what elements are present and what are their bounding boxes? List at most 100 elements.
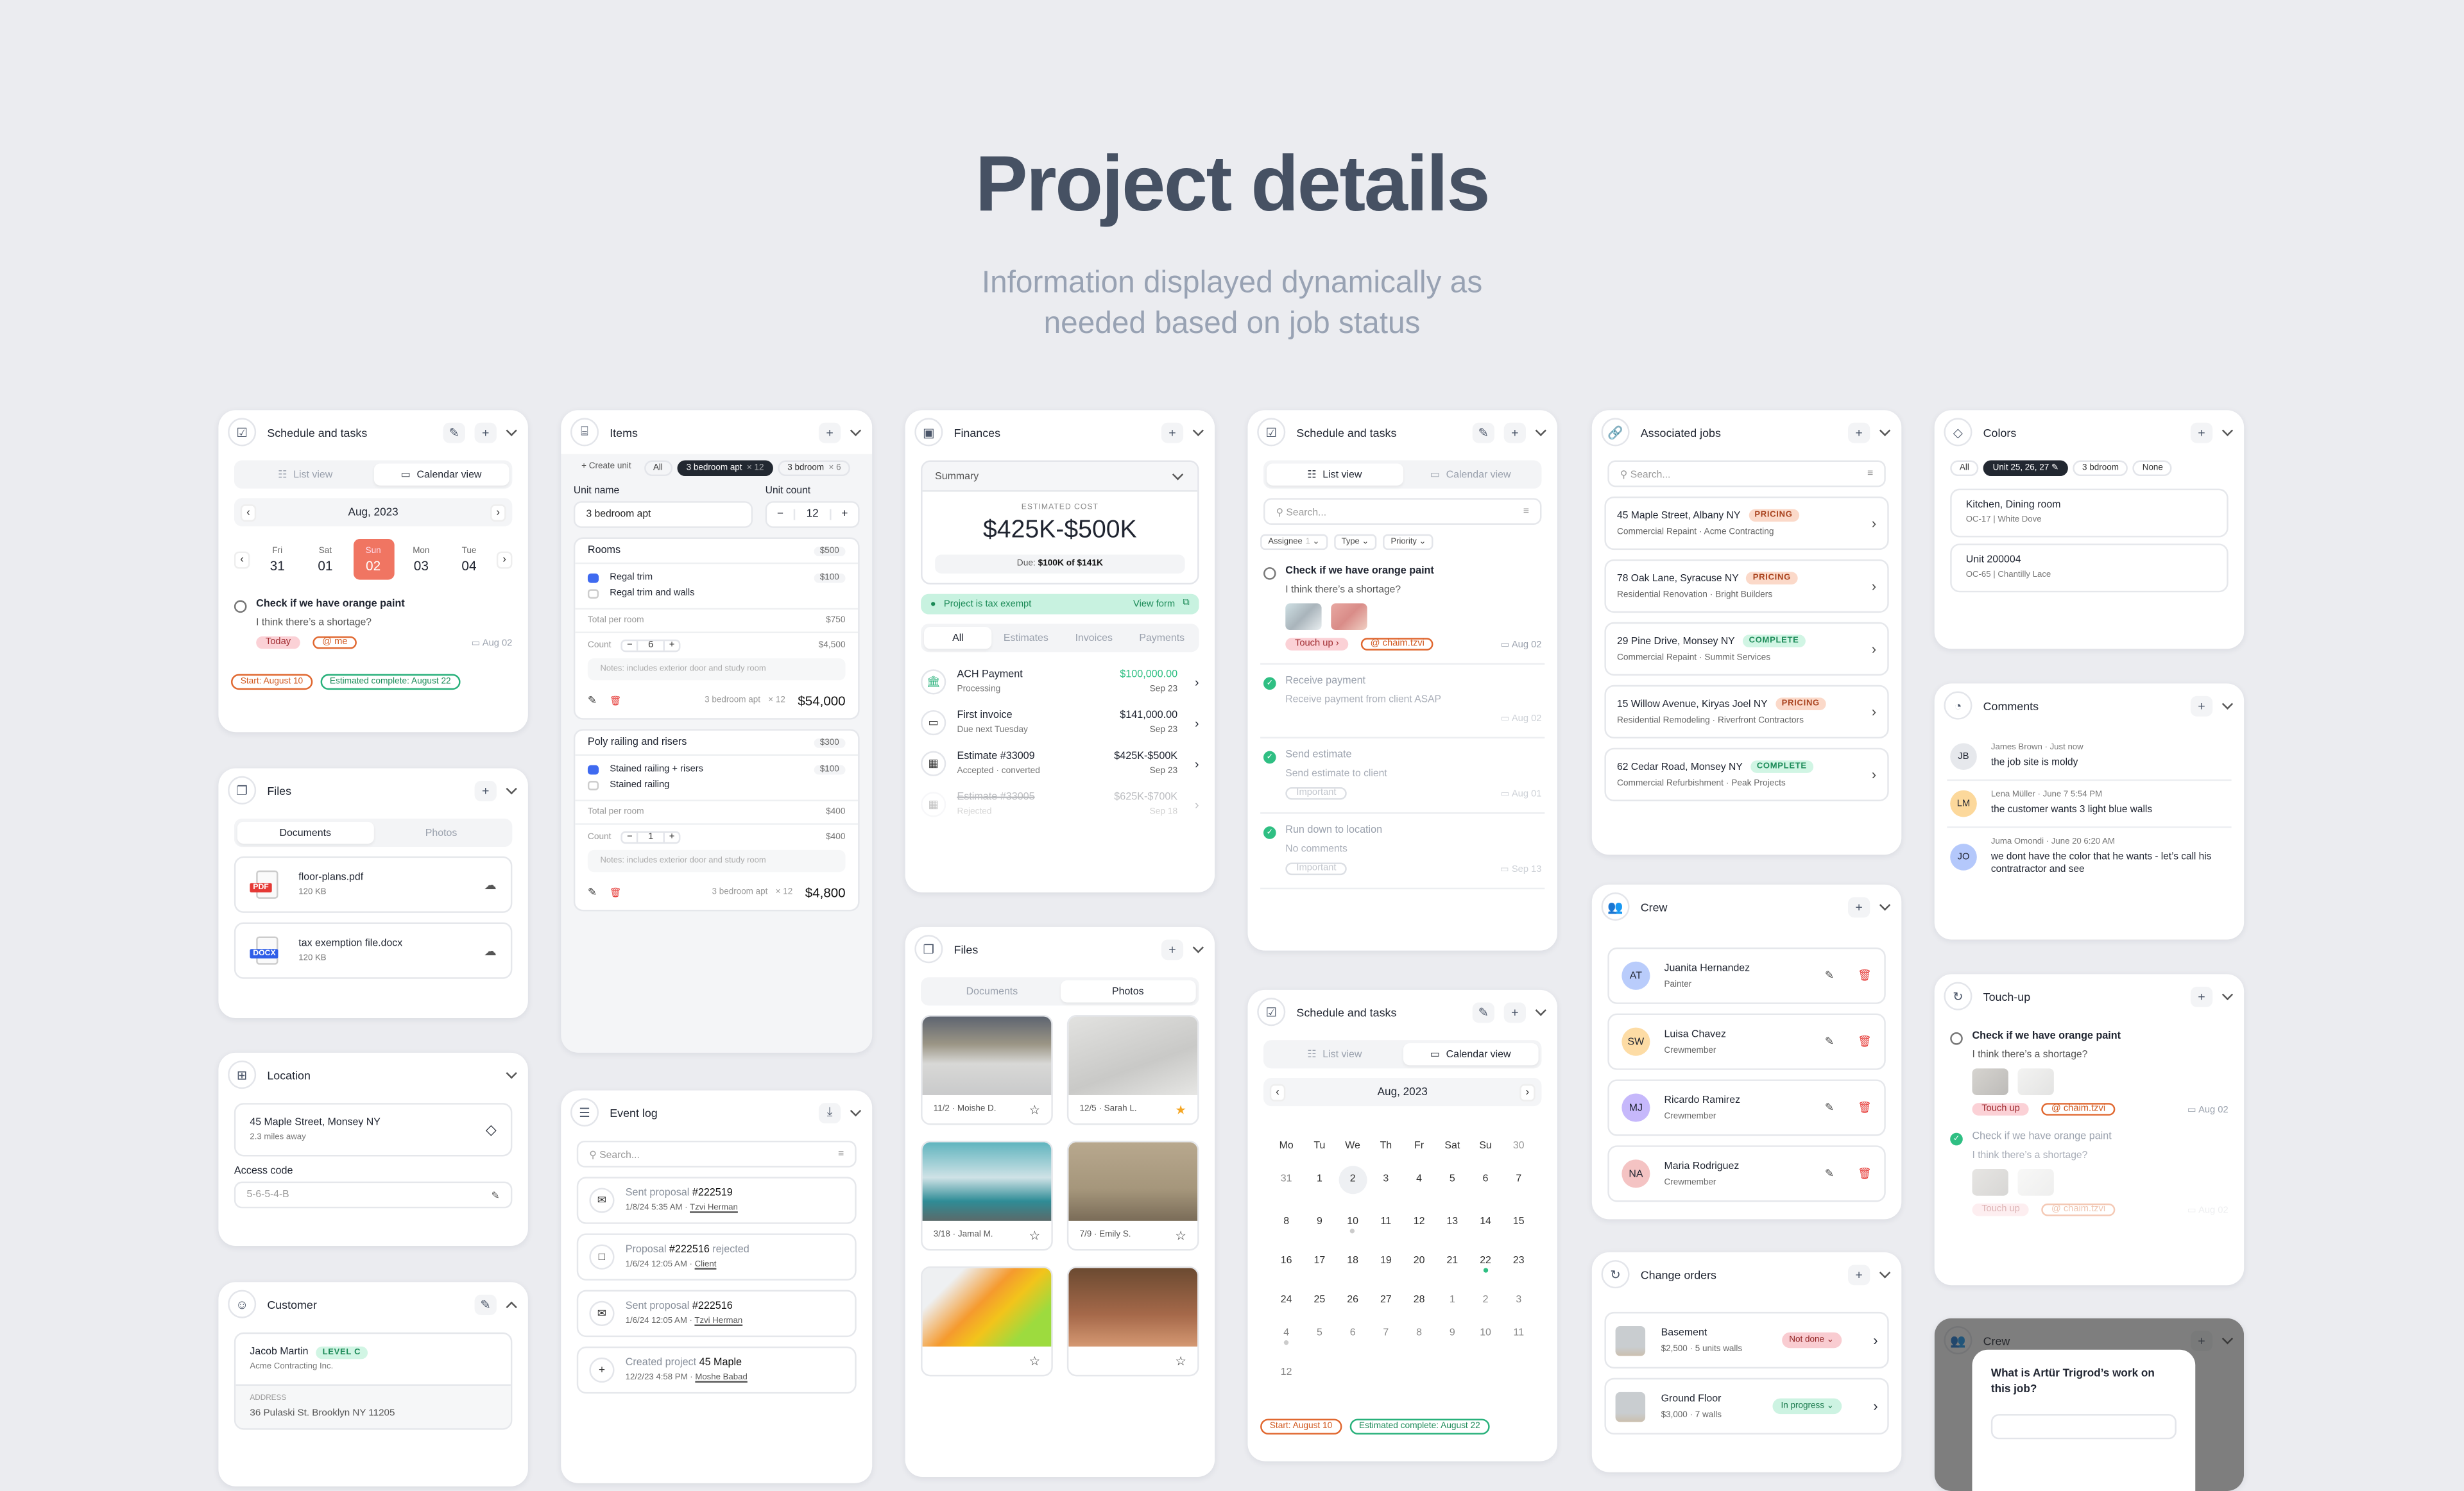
event-user-link[interactable]: Client [695,1260,717,1270]
star-icon[interactable]: ☆ [1175,1354,1186,1368]
decrement-button[interactable]: − [622,832,639,842]
photo-card[interactable]: 3/18 · Jamal M. ☆ [921,1140,1053,1251]
pencil-icon[interactable]: ✎ [1825,1102,1834,1114]
task-image-thumbnail[interactable] [1972,1068,2008,1095]
task-item[interactable]: Check if we have orange paint I think the… [1947,1025,2231,1125]
next-month-button[interactable]: › [490,503,506,521]
add-button[interactable]: + [1848,1264,1870,1285]
tab-photos[interactable]: Photos [373,822,509,844]
calendar-day[interactable]: 12 [1270,1367,1303,1378]
chevron-down-icon[interactable] [1876,1265,1892,1283]
option-row[interactable]: Stained railing [587,778,846,793]
change-order-item[interactable]: Ground Floor $3,000 · 7 walls In progress … [1604,1377,1889,1435]
calendar-day[interactable]: 28 [1403,1295,1436,1306]
trash-icon[interactable]: 🗑 [1858,1035,1872,1048]
task-item[interactable]: ✓ Receive payment Receive payment from cli… [1260,669,1545,739]
pencil-icon[interactable]: ✎ [1825,1168,1834,1180]
file-item[interactable]: PDF floor-plans.pdf 120 KB ☁ [234,856,513,913]
chevron-down-icon[interactable] [503,1065,518,1084]
filter-assignee[interactable]: Assignee 1 ⌄ [1260,534,1328,550]
event-item[interactable]: ✉ Sent proposal #222516 1/6/24 12:05 AM · … [576,1290,857,1338]
option-checkbox[interactable] [587,765,599,775]
chevron-down-icon[interactable] [2219,696,2234,715]
star-icon[interactable]: ☆ [1029,1228,1041,1242]
tab-list-view[interactable]: ☷ List view [237,463,373,485]
tab-documents[interactable]: Documents [237,821,373,844]
finance-row[interactable]: ▦ Estimate #33009 Accepted · converted $425… [918,743,1202,784]
tag-badge[interactable]: Today [256,636,300,649]
file-item[interactable]: DOCX tax exemption file.docx 120 KB ☁ [234,922,513,979]
decrement-button[interactable]: − [767,509,794,520]
chevron-down-icon[interactable] [1876,897,1892,916]
chevron-down-icon[interactable] [847,423,862,441]
calendar-day[interactable]: 3 [1502,1295,1536,1306]
job-item[interactable]: 15 Willow Avenue, Kiryas Joel NY PRICING R… [1604,685,1889,739]
color-item[interactable]: Kitchen, Dining room OC-17 | White Dove [1950,488,2229,538]
add-button[interactable]: + [1503,422,1526,443]
filter-icon[interactable]: ≡ [1523,506,1529,517]
option-checkbox[interactable] [587,589,599,599]
calendar-day[interactable]: 15 [1502,1216,1536,1234]
view-form-link[interactable]: View form [1133,599,1175,609]
task-image-thumbnail[interactable] [1285,603,1322,631]
calendar-day[interactable]: 12 [1403,1216,1436,1234]
unit-chip[interactable]: Unit 25, 26, 27 ✎ [1983,460,2068,477]
photo-card[interactable]: 11/2 · Moishe D. ☆ [921,1015,1053,1125]
event-user-link[interactable]: Tzvi Herman [694,1316,742,1326]
calendar-day[interactable]: 9 [1303,1216,1337,1234]
add-button[interactable]: + [2190,695,2213,716]
summary-dropdown[interactable]: Summary [922,462,1198,492]
crew-member[interactable]: AT Juanita Hernandez Painter ✎ 🗑 [1607,947,1886,1004]
task-checkbox[interactable] [234,600,247,613]
cloud-download-icon[interactable]: ☁ [484,944,497,958]
tab-estimates[interactable]: Estimates [992,627,1060,649]
unit-chip[interactable]: 3 bdroom [2073,460,2128,477]
calendar-day[interactable]: 18 [1336,1256,1369,1273]
pencil-icon[interactable]: ✎ [588,886,597,899]
task-item[interactable]: ✓ Check if we have orange paint I think th… [1947,1125,2231,1225]
check-circle-icon[interactable]: ✓ [1950,1132,1963,1146]
add-button[interactable]: + [1161,939,1184,960]
pencil-icon[interactable]: ✎ [1825,1035,1834,1048]
chevron-down-icon[interactable] [1190,940,1205,958]
prev-month-button[interactable]: ‹ [1269,1083,1286,1101]
chevron-down-icon[interactable] [1190,423,1205,441]
finance-row[interactable]: ▦ Estimate #33005 Rejected $625K-$700K Sep 1… [918,784,1202,825]
photo-card[interactable]: 7/9 · Emily S. ☆ [1066,1140,1199,1251]
calendar-day[interactable]: 3 [1369,1173,1403,1194]
event-item[interactable]: + Created project 45 Maple 12/2/23 4:58 PM… [576,1346,857,1394]
calendar-day[interactable]: 1 [1303,1173,1337,1194]
calendar-day[interactable]: 19 [1369,1256,1403,1273]
decrement-button[interactable]: − [622,641,639,651]
calendar-day[interactable]: 20 [1403,1256,1436,1273]
add-button[interactable]: + [818,422,841,443]
event-item[interactable]: □ Proposal #222516 rejected 1/6/24 12:05 A… [576,1233,857,1281]
create-unit-button[interactable]: + Create unit [574,461,639,476]
chevron-down-icon[interactable] [503,423,518,441]
increment-button[interactable]: + [832,509,859,520]
photo-card[interactable]: ☆ [921,1266,1053,1377]
add-button[interactable]: + [1848,422,1870,443]
trash-icon[interactable]: 🗑 [1858,969,1872,982]
star-icon[interactable]: ★ [1175,1102,1186,1116]
event-item[interactable]: ✉ Sent proposal #222519 1/8/24 5:35 AM · T… [576,1177,857,1224]
calendar-day[interactable]: 25 [1303,1295,1337,1306]
chevron-down-icon[interactable] [503,1295,518,1313]
task-checkbox[interactable] [1950,1032,1963,1045]
calendar-day[interactable]: 22 [1469,1256,1502,1273]
edit-button[interactable]: ✎ [1472,422,1494,443]
calendar-day[interactable]: 8 [1403,1327,1436,1345]
finance-row[interactable]: ▭ First invoice Due next Tuesday $141,000.0… [918,703,1202,744]
option-row[interactable]: Stained railing + risers $100 [587,762,846,778]
mention-badge[interactable]: @ chaim.tzvi [2042,1103,2115,1116]
count-stepper[interactable]: −6 + [620,639,681,652]
filter-icon[interactable]: ≡ [838,1148,844,1159]
search-input[interactable]: ⚲ Search... ≡ [1263,498,1542,525]
filter-icon[interactable]: ≡ [1867,468,1873,479]
task-image-thumbnail[interactable] [2017,1068,2054,1095]
edit-button[interactable]: ✎ [1472,1001,1494,1023]
calendar-day[interactable]: 2 [1336,1166,1369,1195]
unit-chip[interactable]: None [2133,460,2173,477]
count-stepper[interactable]: −1 + [620,831,681,844]
calendar-day[interactable]: 31 [1270,1173,1303,1194]
